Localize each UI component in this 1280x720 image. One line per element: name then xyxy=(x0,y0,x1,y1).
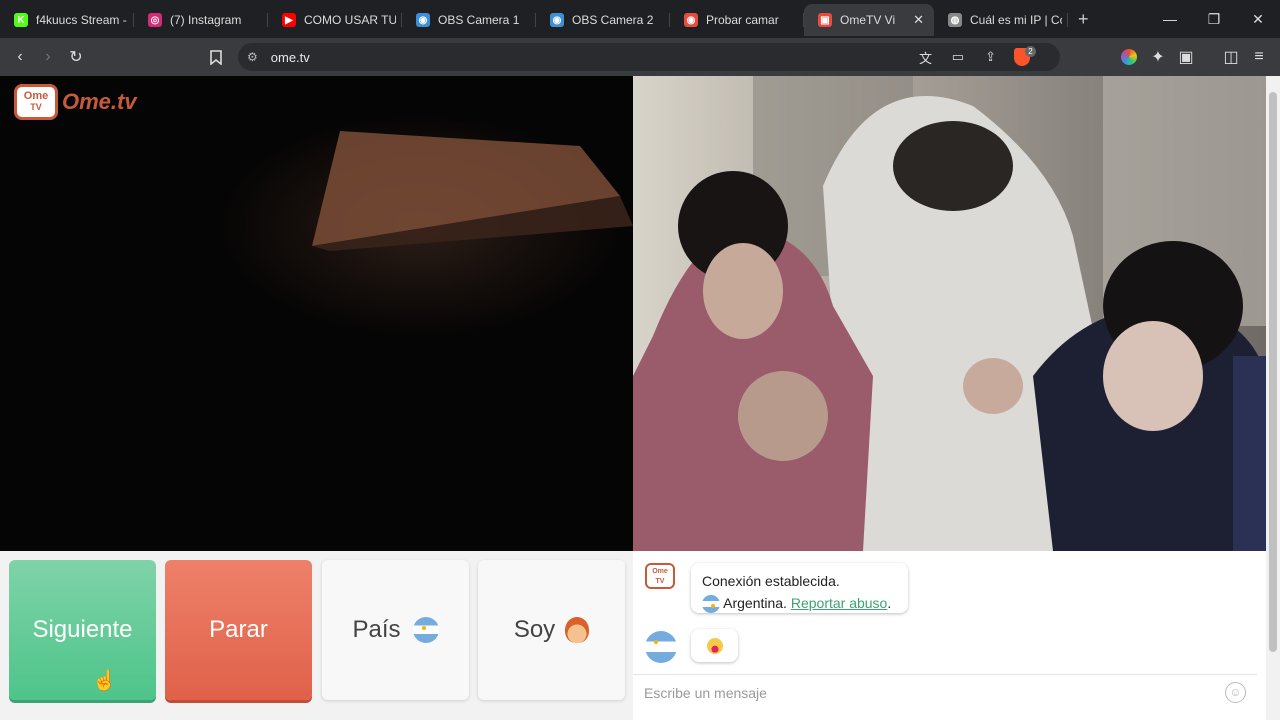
share-icon[interactable]: ⇪ xyxy=(985,49,996,65)
tab-favicon-icon: ▣ xyxy=(818,13,832,27)
shields-badge: 2 xyxy=(1025,46,1036,57)
close-window-icon[interactable]: ✕ xyxy=(1236,0,1280,38)
tab-favicon-icon: ◉ xyxy=(684,13,698,27)
logo-ome-text: Ome xyxy=(23,90,49,102)
report-period: . xyxy=(887,595,892,611)
tab-favicon-icon: K xyxy=(14,13,28,27)
sidebar-icon[interactable]: ◫ xyxy=(1217,43,1245,71)
tab-favicon-icon: ▶ xyxy=(282,13,296,27)
logo-tv-text: TV xyxy=(30,102,42,112)
next-button[interactable]: Siguiente xyxy=(9,560,156,700)
next-button-label: Siguiente xyxy=(32,616,133,643)
connection-status-text: Conexión establecida. xyxy=(702,573,840,589)
stranger-video xyxy=(633,76,1266,551)
control-panel: Siguiente Parar País Soy ☝ xyxy=(0,551,633,720)
browser-tab[interactable]: Kf4kuucs Stream - xyxy=(0,4,134,36)
chat-avatar-ome: Ome xyxy=(652,568,668,575)
url-text: ome.tv xyxy=(270,49,310,65)
tab-favicon-icon: ◉ xyxy=(550,13,564,27)
country-button-label: País xyxy=(352,616,401,643)
browser-tab[interactable]: ◎ (7) Instagram xyxy=(134,4,268,36)
stop-button-label: Parar xyxy=(209,616,268,643)
ometv-page: Ome TV Ome.tv Siguiente Parar País Soy ☝… xyxy=(0,76,1266,720)
local-camera-video: Ome TV Ome.tv xyxy=(0,76,633,551)
gender-button-label: Soy xyxy=(513,616,556,643)
tab-title: (7) Instagram xyxy=(170,13,242,27)
ometv-tv-icon: Ome TV xyxy=(14,84,58,120)
minimize-icon[interactable]: — xyxy=(1148,0,1192,38)
argentina-flag-icon xyxy=(702,595,720,614)
browser-tab[interactable]: ◉ OBS Camera 2 xyxy=(536,4,670,36)
menu-icon[interactable]: ≡ xyxy=(1245,43,1273,71)
translate-icon[interactable]: 文 xyxy=(919,48,932,67)
browser-toolbar: ‹ › ↻ ⚙ ome.tv 文 ▭ ⇪ 2 ✦ ▣ ◫ ≡ xyxy=(0,38,1280,76)
country-button[interactable]: País xyxy=(322,560,469,700)
extensions-icon[interactable]: ✦ xyxy=(1144,43,1172,71)
site-settings-icon[interactable]: ⚙ xyxy=(247,50,258,64)
system-message: Conexión establecida. Argentina. Reporta… xyxy=(691,563,908,614)
tab-favicon-icon: ◉ xyxy=(416,13,430,27)
mouse-cursor-icon: ☝ xyxy=(92,670,117,692)
tab-title: Cuál es mi IP | Có xyxy=(970,13,1062,27)
tab-title: COMO USAR TU C xyxy=(304,13,396,27)
ometv-chat-avatar: Ome TV xyxy=(645,563,675,589)
message-input[interactable]: Escribe un mensaje ☺ xyxy=(633,674,1257,710)
browser-tab[interactable]: ▶ COMO USAR TU C xyxy=(268,4,402,36)
tab-favicon-icon: ◍ xyxy=(948,13,962,27)
tab-title: Probar camar xyxy=(706,13,779,27)
reload-icon[interactable]: ↻ xyxy=(62,43,90,71)
wallet-icon[interactable]: ▣ xyxy=(1172,43,1200,71)
chat-panel: Ome TV Conexión establecida. Argentina. … xyxy=(633,551,1266,720)
browser-tab[interactable]: ◉ OBS Camera 1 xyxy=(402,4,536,36)
browser-tab[interactable]: ◍ Cuál es mi IP | Có xyxy=(934,4,1068,36)
stranger-flag-avatar xyxy=(645,631,677,663)
browser-tab[interactable]: ◉ Probar camar xyxy=(670,4,804,36)
back-icon[interactable]: ‹ xyxy=(6,43,34,71)
ometv-logo[interactable]: Ome TV Ome.tv xyxy=(14,84,137,120)
forward-icon[interactable]: › xyxy=(34,43,62,71)
boy-emoji-icon xyxy=(565,617,590,643)
laughing-emoji-icon xyxy=(706,637,723,654)
tab-strip: Kf4kuucs Stream - ◎ (7) Instagram ▶ COMO USA… xyxy=(0,0,1280,38)
address-bar[interactable]: ⚙ ome.tv 文 ▭ ⇪ 2 xyxy=(238,43,1060,71)
logo-wordmark: Ome.tv xyxy=(62,89,137,114)
report-abuse-link[interactable]: Reportar abuso xyxy=(791,595,888,611)
message-placeholder: Escribe un mensaje xyxy=(644,684,767,701)
emoji-picker-icon[interactable]: ☺ xyxy=(1225,682,1246,703)
argentina-flag-icon xyxy=(412,617,439,643)
tab-title: f4kuucs Stream - xyxy=(36,13,127,27)
stranger-country-text: Argentina. xyxy=(723,595,787,611)
cast-icon[interactable]: ▭ xyxy=(952,49,964,65)
tab-title: OBS Camera 1 xyxy=(438,13,520,27)
stranger-message xyxy=(691,629,738,662)
tab-title: OmeTV Vi xyxy=(840,13,896,27)
stop-button[interactable]: Parar xyxy=(165,560,312,700)
chat-avatar-tv: TV xyxy=(655,578,665,585)
scrollbar-thumb[interactable] xyxy=(1269,92,1277,652)
browser-tab[interactable]: ▣ OmeTV Vi ✕ xyxy=(804,4,934,36)
tab-favicon-icon: ◎ xyxy=(148,13,162,27)
tab-title: OBS Camera 2 xyxy=(572,13,654,27)
brave-rewards-icon[interactable] xyxy=(1121,49,1137,65)
bookmark-icon[interactable] xyxy=(202,43,230,71)
restore-icon[interactable]: ❐ xyxy=(1192,0,1236,38)
new-tab-button[interactable]: + xyxy=(1078,9,1089,30)
page-scrollbar[interactable] xyxy=(1266,76,1280,720)
close-tab-icon[interactable]: ✕ xyxy=(913,12,924,28)
gender-button[interactable]: Soy xyxy=(478,560,625,700)
